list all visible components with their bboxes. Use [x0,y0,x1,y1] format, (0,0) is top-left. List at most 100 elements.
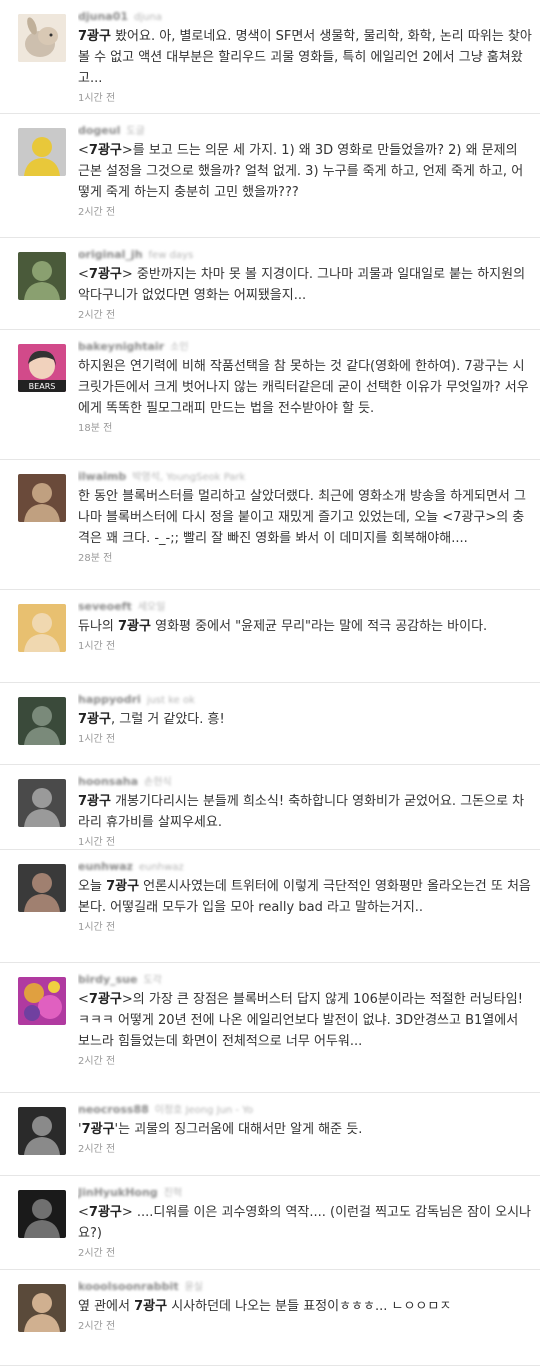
real-name: few days [148,250,194,261]
highlighted-keyword[interactable]: 7광구 [89,267,122,282]
tweet-item: neocross88 이정호 Jeong Jun - Yo '7광구'는 괴물의 징… [0,1093,540,1176]
highlighted-keyword[interactable]: 7광구 [82,1122,115,1137]
tweet-item: happyodri just ke ok 7광구, 그럴 거 같았다. 흥! 1시간 … [0,683,540,765]
person-avatar[interactable] [18,474,66,522]
person-avatar[interactable] [18,252,66,300]
tweet-text-after: 영화평 중에서 "윤제균 무리"라는 말에 적극 공감하는 바이다. [150,619,488,634]
highlighted-keyword[interactable]: 7광구 [118,619,151,634]
tweet-text-after: 언론시사였는데 트위터에 이렇게 극단적인 영화평만 올라오는건 또 처음본다.… [78,879,531,915]
highlighted-keyword[interactable]: 7광구 [78,712,111,727]
tweet-item: djuna01 djuna 7광구 봤어요. 아, 별로네요. 명색이 SF면서 생… [0,0,540,114]
person-avatar[interactable] [18,864,66,912]
tweet-item: JinHyukHong 진혁 <7광구> ....디워를 이은 괴수영화의 역작..… [0,1176,540,1270]
tweet-text: 7광구 봤어요. 아, 별로네요. 명색이 SF면서 생물학, 물리학, 화학,… [78,26,532,89]
highlighted-keyword[interactable]: 7광구 [78,794,111,809]
bears-avatar[interactable]: BEARS [18,344,66,392]
tweet-meta: kooolsoonrabbit 윤실 [78,1280,532,1295]
tweet-text-before: 옆 관에서 [78,1299,135,1314]
tweet-item: eunhwaz eunhwaz 오늘 7광구 언론시사였는데 트위터에 이렇게 극단… [0,850,540,963]
username-link[interactable]: djuna01 [78,10,128,23]
tweet-text-after: '는 괴물의 징그러움에 대해서만 알게 해준 듯. [114,1122,363,1137]
tweet-item: dogeul 도글 <7광구>를 보고 드는 의문 세 가지. 1) 왜 3D 영화… [0,114,540,238]
tweet-text: 듀나의 7광구 영화평 중에서 "윤제균 무리"라는 말에 적극 공감하는 바이… [78,616,532,637]
highlighted-keyword[interactable]: 7광구 [89,992,122,1007]
person-avatar[interactable] [18,1284,66,1332]
person-avatar[interactable] [18,1190,66,1238]
real-name: 소인 [170,342,189,353]
tweet-text-before: < [78,267,89,282]
timestamp-link[interactable]: 2시간 전 [78,1143,532,1156]
tweet-meta: birdy_sue 도각 [78,973,532,988]
real-name: 이정호 Jeong Jun - Yo [154,1105,254,1116]
colorful-avatar[interactable] [18,977,66,1025]
tweet-meta: ilwaimb 박영석, YoungSeok Park [78,470,532,485]
tweet-text: <7광구>의 가장 큰 장점은 블록버스터 답지 않게 106분이라는 적절한 … [78,989,532,1052]
timestamp-link[interactable]: 2시간 전 [78,309,532,322]
tweet-text-after: 한 동안 블록버스터를 멀리하고 살았더랬다. 최근에 영화소개 방송을 하게되… [78,489,526,546]
username-link[interactable]: seveoeft [78,600,132,613]
username-link[interactable]: neocross88 [78,1103,149,1116]
timestamp-link[interactable]: 1시간 전 [78,92,532,105]
username-link[interactable]: happyodri [78,693,141,706]
timestamp-link[interactable]: 18분 전 [78,422,532,435]
username-link[interactable]: dogeul [78,124,120,137]
person-avatar[interactable] [18,697,66,745]
tweet-text: 7광구 개봉기다리시는 분들께 희소식! 축하합니다 영화비가 굳었어요. 그돈… [78,791,532,833]
username-link[interactable]: bakeynightair [78,340,164,353]
timestamp-link[interactable]: 2시간 전 [78,1055,532,1068]
username-link[interactable]: ilwaimb [78,470,126,483]
tweet-item: ilwaimb 박영석, YoungSeok Park 한 동안 블록버스터를 멀리… [0,460,540,590]
timestamp-link[interactable]: 2시간 전 [78,1247,532,1260]
tweet-text: 오늘 7광구 언론시사였는데 트위터에 이렇게 극단적인 영화평만 올라오는건 … [78,876,532,918]
tweet-text: 옆 관에서 7광구 시사하던데 나오는 분들 표정이ㅎㅎㅎ... ㄴㅇㅇㅁㅈ [78,1296,532,1317]
tweet-text: 7광구, 그럴 거 같았다. 흥! [78,709,532,730]
person-avatar[interactable] [18,128,66,176]
real-name: djuna [134,12,162,23]
person-avatar[interactable] [18,779,66,827]
timestamp-link[interactable]: 28분 전 [78,552,532,565]
tweet-text-after: > 중반까지는 차마 못 볼 지경이다. 그나마 괴물과 일대일로 붙는 하지원… [78,267,526,303]
highlighted-keyword[interactable]: 7광구 [134,1299,167,1314]
highlighted-keyword[interactable]: 7광구 [78,29,111,44]
tweet-text-after: , 그럴 거 같았다. 흥! [110,712,225,727]
tweet-text-after: >를 보고 드는 의문 세 가지. 1) 왜 3D 영화로 만들었을까? 2) … [78,143,524,200]
tweet-meta: djuna01 djuna [78,10,532,25]
highlighted-keyword[interactable]: 7광구 [89,143,122,158]
person-avatar[interactable] [18,1107,66,1155]
tweet-text-after: 개봉기다리시는 분들께 희소식! 축하합니다 영화비가 굳었어요. 그돈으로 차… [78,794,525,830]
timestamp-link[interactable]: 2시간 전 [78,206,532,219]
real-name: 손현식 [144,777,172,788]
username-link[interactable]: original_jh [78,248,143,261]
tweet-meta: happyodri just ke ok [78,693,532,708]
tweet-text-before: < [78,143,89,158]
tweet-meta: hoonsaha 손현식 [78,775,532,790]
tweet-meta: neocross88 이정호 Jeong Jun - Yo [78,1103,532,1118]
tweet-item: kooolsoonrabbit 윤실 옆 관에서 7광구 시사하던데 나오는 분들 … [0,1270,540,1366]
tweet-text-before: < [78,1205,89,1220]
tweet-item: hoonsaha 손현식 7광구 개봉기다리시는 분들께 희소식! 축하합니다 영화… [0,765,540,850]
person-avatar[interactable] [18,604,66,652]
highlighted-keyword[interactable]: 7광구 [89,1205,122,1220]
username-link[interactable]: birdy_sue [78,973,137,986]
timestamp-link[interactable]: 1시간 전 [78,836,532,849]
tweet-text-after: > ....디워를 이은 괴수영화의 역작.... (이런걸 찍고도 감독님은 … [78,1205,532,1241]
tweet-text-after: 봤어요. 아, 별로네요. 명색이 SF면서 생물학, 물리학, 화학, 논리 … [78,29,532,86]
tweet-text-after: >의 가장 큰 장점은 블록버스터 답지 않게 106분이라는 적절한 러닝타임… [78,992,523,1049]
username-link[interactable]: eunhwaz [78,860,133,873]
tweet-text: <7광구> 중반까지는 차마 못 볼 지경이다. 그나마 괴물과 일대일로 붙는… [78,264,532,306]
timestamp-link[interactable]: 1시간 전 [78,640,532,653]
tweet-text: <7광구> ....디워를 이은 괴수영화의 역작.... (이런걸 찍고도 감… [78,1202,532,1244]
highlighted-keyword[interactable]: 7광구 [106,879,139,894]
tweet-meta: JinHyukHong 진혁 [78,1186,532,1201]
username-link[interactable]: kooolsoonrabbit [78,1280,179,1293]
timestamp-link[interactable]: 2시간 전 [78,1320,532,1333]
real-name: 세오일 [137,602,166,613]
rabbit-avatar[interactable] [18,14,66,62]
timestamp-link[interactable]: 1시간 전 [78,921,532,934]
real-name: 도글 [126,126,145,137]
username-link[interactable]: JinHyukHong [78,1186,158,1199]
timestamp-link[interactable]: 1시간 전 [78,733,532,746]
tweet-meta: bakeynightair 소인 [78,340,532,355]
svg-text:BEARS: BEARS [29,382,56,391]
username-link[interactable]: hoonsaha [78,775,138,788]
